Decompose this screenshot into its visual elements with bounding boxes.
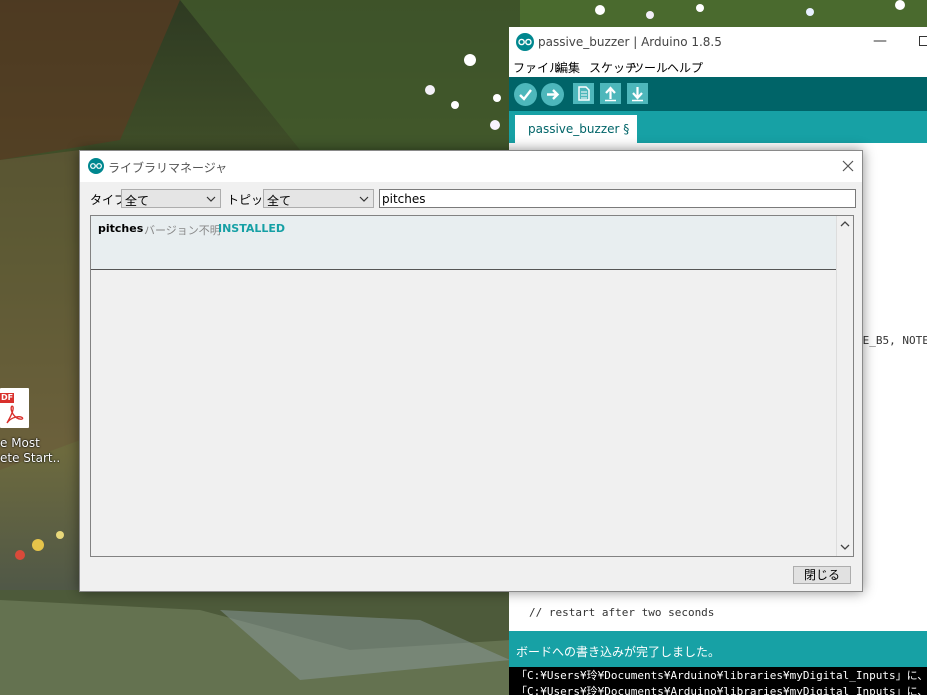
topic-select[interactable]: 全て [263, 189, 374, 208]
close-icon[interactable] [840, 158, 856, 174]
acrobat-logo-icon [6, 405, 24, 424]
chevron-down-icon [206, 196, 216, 202]
dialog-titlebar[interactable]: ライブラリマネージャ [80, 151, 862, 182]
upload-button[interactable] [541, 83, 564, 106]
menu-tools[interactable]: ツール [632, 59, 668, 76]
sketch-tab[interactable]: passive_buzzer § [515, 115, 638, 143]
verify-button[interactable] [514, 83, 537, 106]
menubar: ファイル 編集 スケッチ ツール ヘルプ [509, 57, 927, 77]
library-list[interactable]: pitches バージョン不明 INSTALLED [90, 215, 854, 557]
desktop-icon-label-line1: e Most [0, 436, 40, 450]
status-message: ボードへの書き込みが完了しました。 [516, 645, 721, 659]
library-list-item[interactable]: pitches バージョン不明 INSTALLED [91, 216, 836, 270]
desktop-icon-label: e Most ete Start... [0, 436, 60, 466]
search-input[interactable] [379, 189, 856, 208]
arrow-up-icon [605, 86, 616, 102]
open-sketch-button[interactable] [600, 83, 621, 104]
close-button[interactable]: 閉じる [793, 566, 851, 584]
type-select-value: 全て [125, 194, 150, 208]
library-version: バージョン不明 [144, 224, 221, 237]
maximize-button[interactable] [919, 36, 927, 46]
scroll-down-icon[interactable] [840, 543, 850, 551]
toolbar [509, 77, 927, 111]
dialog-title: ライブラリマネージャ [108, 161, 228, 175]
console-line: 「C:¥Users¥玲¥Documents¥Arduino¥libraries¥… [516, 669, 927, 682]
chevron-down-icon [359, 196, 369, 202]
menu-file[interactable]: ファイル [513, 59, 561, 76]
console-output[interactable]: 「C:¥Users¥玲¥Documents¥Arduino¥libraries¥… [509, 667, 927, 695]
window-title: passive_buzzer | Arduino 1.8.5 [538, 35, 722, 49]
library-name: pitches [98, 222, 144, 235]
pdf-file-icon: DF [0, 388, 29, 428]
menu-sketch[interactable]: スケッチ [589, 59, 637, 76]
pdf-badge: DF [0, 393, 14, 403]
save-sketch-button[interactable] [627, 83, 648, 104]
scroll-up-icon[interactable] [840, 220, 850, 228]
menu-help[interactable]: ヘルプ [667, 59, 703, 76]
new-file-icon [578, 86, 590, 101]
arrow-right-icon [547, 89, 560, 100]
status-bar: ボードへの書き込みが完了しました。 [509, 631, 927, 667]
filter-row: タイプ 全て トピック 全て [80, 182, 862, 214]
code-fragment: TE_B5, NOTE [856, 334, 927, 347]
library-manager-dialog: ライブラリマネージャ タイプ 全て トピック 全て pitches バージョン不… [79, 150, 863, 592]
sketch-tabbar: passive_buzzer § [509, 111, 927, 143]
installed-badge: INSTALLED [218, 222, 286, 235]
arduino-logo-icon [516, 33, 534, 51]
checkmark-icon [519, 89, 532, 101]
arduino-logo-icon [88, 158, 104, 174]
topic-select-value: 全て [267, 194, 292, 208]
code-comment: // restart after two seconds [529, 606, 715, 619]
new-sketch-button[interactable] [573, 83, 594, 104]
arrow-down-icon [632, 87, 643, 102]
desktop-icon-label-line2: ete Start... [0, 451, 60, 465]
type-select[interactable]: 全て [121, 189, 221, 208]
list-scrollbar[interactable] [836, 216, 853, 556]
arduino-titlebar[interactable]: passive_buzzer | Arduino 1.8.5 — [509, 27, 927, 57]
console-line: 「C:¥Users¥玲¥Documents¥Arduino¥libraries¥… [516, 685, 927, 695]
desktop-pdf-shortcut[interactable]: DF e Most ete Start... [0, 386, 60, 476]
minimize-button[interactable]: — [873, 33, 887, 49]
menu-edit[interactable]: 編集 [556, 59, 580, 76]
